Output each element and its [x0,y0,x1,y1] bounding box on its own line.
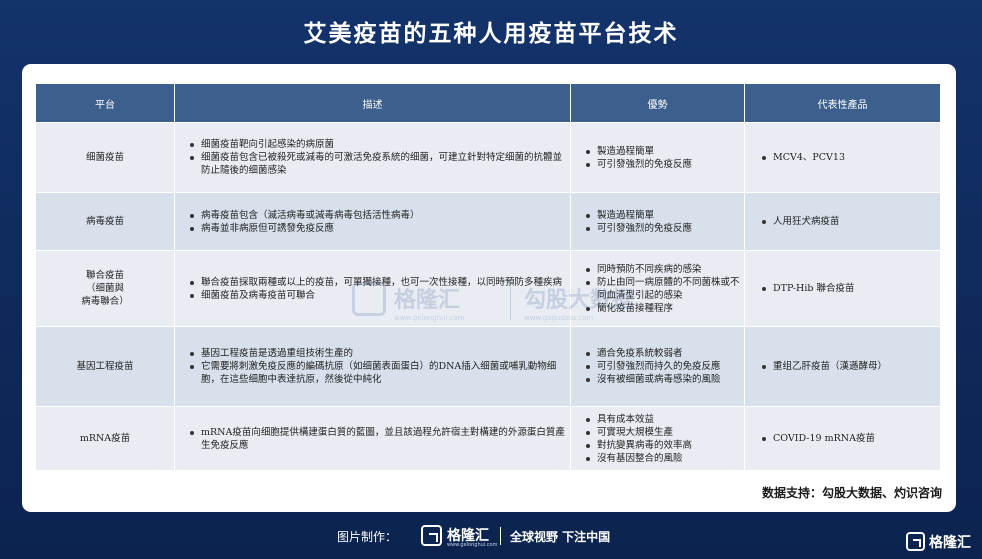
description-item: 细菌疫苗靶向引起感染的病原菌 [189,138,570,151]
platform-cell: 基因工程疫苗 [36,326,175,406]
advantage-cell: 適合免疫系統較弱者 可引發強烈而持久的免疫反應 沒有被细菌或病毒感染的風險 [571,326,745,406]
description-cell: 病毒疫苗包含（滅活病毒或減毒病毒包括活性病毒） 病毒並非病原但可誘發免疫反應 [175,192,571,250]
description-cell: 基因工程疫苗是透過重组技術生產的 它需要將刺激免疫反應的編碼抗原（如细菌表面蛋白）… [175,326,571,406]
table-row: 基因工程疫苗 基因工程疫苗是透過重组技術生產的 它需要將刺激免疫反應的編碼抗原（如细… [36,326,940,406]
description-list: 基因工程疫苗是透過重组技術生產的 它需要將刺激免疫反應的編碼抗原（如细菌表面蛋白）… [189,347,570,386]
footer-brand-url: www.gelonghui.com [447,542,498,548]
product-list: MCV4、PCV13 [761,151,940,164]
description-item: 细菌疫苗包含已被殺死或減毒的可激活免疫系統的细菌，可建立針對特定细菌的抗體並防止… [189,151,570,177]
platform-name: 聯合疫苗 [85,270,124,281]
advantage-list: 製造過程簡單 可引發強烈的免疫反應 [585,209,744,235]
description-list: 细菌疫苗靶向引起感染的病原菌 细菌疫苗包含已被殺死或減毒的可激活免疫系統的细菌，可… [189,138,570,177]
platform-cell: mRNA疫苗 [36,406,175,470]
platform-name: mRNA疫苗 [79,433,131,444]
product-item: 人用狂犬病疫苗 [761,215,940,228]
product-cell: 重组乙肝疫苗（漢遜酵母） [745,326,940,406]
product-list: 重组乙肝疫苗（漢遜酵母） [761,360,940,373]
advantage-item: 可引發強烈而持久的免疫反應 [585,360,744,373]
corner-logo-icon [906,532,925,551]
platform-name: 细菌疫苗 [85,152,124,163]
product-cell: COVID-19 mRNA疫苗 [745,406,940,470]
footer-divider [500,527,501,545]
product-item: MCV4、PCV13 [761,151,940,164]
product-cell: MCV4、PCV13 [745,122,940,192]
advantage-item: 製造過程簡單 [585,209,744,222]
advantage-item: 對抗變異病毒的效率高 [585,439,744,452]
product-cell: DTP-Hib 聯合疫苗 [745,250,940,326]
description-list: 聯合疫苗採取兩種或以上的疫苗，可單獨接種，也可一次性接種，以同時預防多種疾病 细菌… [189,276,570,302]
table-row: mRNA疫苗 mRNA疫苗向细胞提供構建蛋白質的藍圖，並且該過程允許宿主對構建的外… [36,406,940,470]
advantage-cell: 製造過程簡單 可引發強烈的免疫反應 [571,192,745,250]
description-item: 它需要將刺激免疫反應的編碼抗原（如细菌表面蛋白）的DNA插入细菌或哺乳動物细胞，… [189,360,570,386]
advantage-list: 製造過程簡單 可引發強烈的免疫反應 [585,145,744,171]
description-item: 基因工程疫苗是透過重组技術生產的 [189,347,570,360]
platform-name: （细菌與 [85,283,124,294]
advantage-item: 製造過程簡單 [585,145,744,158]
advantage-cell: 具有成本效益 可實現大規模生產 對抗變異病毒的效率高 沒有基因整合的風險 [571,406,745,470]
product-list: DTP-Hib 聯合疫苗 [761,282,940,295]
table-card: 平台 描述 優勢 代表性產品 细菌疫苗 细菌疫苗靶向引起感染的病原菌 细菌疫苗包含已… [22,64,956,512]
advantage-item: 同時預防不同疾病的感染 [585,263,744,276]
advantage-list: 具有成本效益 可實現大規模生產 對抗變異病毒的效率高 沒有基因整合的風險 [585,413,744,465]
gelonghui-logo-icon [421,525,442,546]
footer-credit: 图片制作： [337,530,398,544]
product-item: 重组乙肝疫苗（漢遜酵母） [761,360,940,373]
advantage-cell: 同時預防不同疾病的感染 防止由同一病原體的不同菌株或不同血清型引起的感染 簡化疫苗接… [571,250,745,326]
product-item: DTP-Hib 聯合疫苗 [761,282,940,295]
advantage-item: 沒有基因整合的風險 [585,452,744,465]
header-platform: 平台 [36,84,175,122]
advantage-item: 沒有被细菌或病毒感染的風險 [585,373,744,386]
advantage-list: 適合免疫系統較弱者 可引發強烈而持久的免疫反應 沒有被细菌或病毒感染的風險 [585,347,744,386]
advantage-item: 可引發強烈的免疫反應 [585,222,744,235]
product-cell: 人用狂犬病疫苗 [745,192,940,250]
product-item: COVID-19 mRNA疫苗 [761,432,940,445]
header-advantages: 優勢 [571,84,745,122]
advantage-item: 具有成本效益 [585,413,744,426]
product-list: 人用狂犬病疫苗 [761,215,940,228]
advantage-list: 同時預防不同疾病的感染 防止由同一病原體的不同菌株或不同血清型引起的感染 簡化疫苗接… [585,263,744,315]
advantage-item: 防止由同一病原體的不同菌株或不同血清型引起的感染 [585,276,744,302]
table-header-row: 平台 描述 優勢 代表性產品 [36,84,940,122]
platform-name: 基因工程疫苗 [76,361,134,372]
advantage-item: 可實現大規模生產 [585,426,744,439]
platform-cell: 病毒疫苗 [36,192,175,250]
corner-brand: 格隆汇 [929,535,971,551]
advantage-item: 可引發強烈的免疫反應 [585,158,744,171]
header-products: 代表性產品 [745,84,940,122]
page-title: 艾美疫苗的五种人用疫苗平台技术 [303,21,679,47]
description-cell: 聯合疫苗採取兩種或以上的疫苗，可單獨接種，也可一次性接種，以同時預防多種疾病 细菌… [175,250,571,326]
platform-name: 病毒聯合） [81,296,129,307]
source-note: 数据支持：勾股大数据、灼识咨询 [761,486,942,500]
platform-name: 病毒疫苗 [85,216,124,227]
description-list: mRNA疫苗向细胞提供構建蛋白質的藍圖，並且該過程允許宿主對構建的外源蛋白質產生… [189,426,570,452]
product-list: COVID-19 mRNA疫苗 [761,432,940,445]
description-item: 病毒並非病原但可誘發免疫反應 [189,222,570,235]
platform-cell: 聯合疫苗 （细菌與病毒聯合） [36,250,175,326]
footer: 图片制作： 格隆汇 www.gelonghui.com 全球视野 下注中国 格隆… [0,522,982,552]
description-list: 病毒疫苗包含（滅活病毒或減毒病毒包括活性病毒） 病毒並非病原但可誘發免疫反應 [189,209,570,235]
description-item: 病毒疫苗包含（滅活病毒或減毒病毒包括活性病毒） [189,209,570,222]
description-cell: 细菌疫苗靶向引起感染的病原菌 细菌疫苗包含已被殺死或減毒的可激活免疫系統的细菌，可… [175,122,571,192]
description-item: mRNA疫苗向细胞提供構建蛋白質的藍圖，並且該過程允許宿主對構建的外源蛋白質產生… [189,426,570,452]
description-cell: mRNA疫苗向细胞提供構建蛋白質的藍圖，並且該過程允許宿主對構建的外源蛋白質產生… [175,406,571,470]
table-row: 病毒疫苗 病毒疫苗包含（滅活病毒或減毒病毒包括活性病毒） 病毒並非病原但可誘發免疫反… [36,192,940,250]
description-item: 聯合疫苗採取兩種或以上的疫苗，可單獨接種，也可一次性接種，以同時預防多種疾病 [189,276,570,289]
description-item: 细菌疫苗及病毒疫苗可聯合 [189,289,570,302]
footer-slogan: 全球视野 下注中国 [510,530,611,544]
header-description: 描述 [175,84,571,122]
table-row: 细菌疫苗 细菌疫苗靶向引起感染的病原菌 细菌疫苗包含已被殺死或減毒的可激活免疫系統的… [36,122,940,192]
advantage-cell: 製造過程簡單 可引發強烈的免疫反應 [571,122,745,192]
advantage-item: 簡化疫苗接種程序 [585,302,744,315]
table-row: 聯合疫苗 （细菌與病毒聯合） 聯合疫苗採取兩種或以上的疫苗，可單獨接種，也可一次性接… [36,250,940,326]
vaccine-platform-table: 平台 描述 優勢 代表性產品 细菌疫苗 细菌疫苗靶向引起感染的病原菌 细菌疫苗包含已… [36,84,940,470]
platform-cell: 细菌疫苗 [36,122,175,192]
advantage-item: 適合免疫系統較弱者 [585,347,744,360]
